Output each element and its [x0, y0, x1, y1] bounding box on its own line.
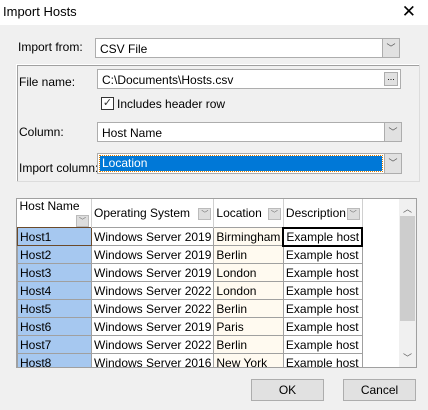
title-bar: Import Hosts ✕ [0, 0, 428, 25]
file-name-field[interactable]: C:\Documents\Hosts.csv ... [97, 69, 401, 89]
table-row[interactable]: Host6 Windows Server 2019 Paris Example hos… [17, 317, 363, 336]
table-cell[interactable]: Host4 [17, 281, 92, 300]
table-cell[interactable]: Example host [282, 317, 363, 336]
filter-dropdown-icon[interactable]: ﹀ [267, 208, 281, 220]
filter-dropdown-icon[interactable]: ﹀ [76, 215, 89, 227]
vertical-scrollbar[interactable]: ︿ ﹀ [399, 199, 416, 367]
browse-button[interactable]: ... [384, 72, 398, 86]
filter-dropdown-icon[interactable]: ﹀ [198, 208, 212, 220]
column-header-label: Operating System [94, 206, 191, 220]
includes-header-checkbox[interactable]: ✓ [101, 97, 114, 110]
table-cell[interactable]: Windows Server 2022 [90, 299, 215, 318]
column-value: Host Name [102, 126, 163, 140]
column-combo[interactable]: Host Name ﹀ [97, 122, 402, 142]
column-header-label: Description [285, 205, 346, 220]
scroll-down-icon[interactable]: ﹀ [399, 351, 416, 364]
table-cell[interactable]: Host6 [17, 317, 92, 336]
column-header[interactable]: Location ﹀ [213, 199, 284, 228]
import-column-combo[interactable]: Location ﹀ [97, 153, 402, 174]
table-row[interactable]: Host7 Windows Server 2022 Berlin Example ho… [17, 335, 363, 354]
ok-button[interactable]: OK [251, 379, 324, 401]
table-cell[interactable]: Paris [213, 317, 284, 336]
table-cell[interactable]: Windows Server 2019 [90, 227, 215, 246]
chevron-down-icon[interactable]: ﹀ [384, 123, 401, 141]
table-cell[interactable]: Windows Server 2016 [90, 353, 215, 367]
table-cell[interactable]: Host5 [17, 299, 92, 318]
table-row[interactable]: Host3 Windows Server 2019 London Example ho… [17, 263, 363, 282]
window-title: Import Hosts [3, 4, 77, 19]
column-header[interactable]: Host Name ﹀ [17, 199, 92, 228]
column-label: Column: [19, 125, 64, 139]
column-header-label: Location [216, 206, 262, 220]
table-cell[interactable]: Example host [282, 245, 363, 264]
column-header[interactable]: Description ﹀ [283, 199, 363, 228]
import-column-value: Location [102, 156, 148, 170]
table-cell[interactable]: New York [213, 353, 284, 367]
table-cell[interactable]: Windows Server 2019 [90, 317, 215, 336]
column-header[interactable]: Operating System ﹀ [91, 199, 215, 228]
table-row[interactable]: Host1 Windows Server 2019 Birmingham Exampl… [17, 226, 364, 247]
table-cell[interactable]: Windows Server 2022 [90, 335, 215, 354]
hosts-table: Host Name ﹀ Operating System ﹀ Location ﹀ Desc… [17, 199, 364, 367]
import-from-label: Import from: [18, 40, 83, 54]
table-cell[interactable]: Host1 [17, 227, 92, 246]
filter-dropdown-icon[interactable]: ﹀ [346, 207, 360, 220]
includes-header-label: Includes header row [117, 97, 226, 111]
table-cell[interactable]: Example host [282, 299, 363, 318]
table-cell[interactable]: Windows Server 2019 [90, 245, 215, 264]
import-column-label: Import column: [19, 161, 99, 175]
column-header-label: Host Name [19, 199, 80, 213]
table-cell[interactable]: Host3 [17, 263, 92, 282]
table-cell[interactable]: Example host [282, 226, 364, 247]
table-cell[interactable]: Host7 [17, 335, 92, 354]
file-name-label: File name: [19, 75, 76, 89]
table-row[interactable]: Host5 Windows Server 2022 Berlin Example ho… [17, 299, 363, 318]
chevron-down-icon[interactable]: ﹀ [382, 39, 399, 57]
close-icon[interactable]: ✕ [402, 2, 416, 22]
table-cell[interactable]: Birmingham [213, 227, 284, 246]
table-cell[interactable]: Host2 [17, 245, 92, 264]
scroll-up-icon[interactable]: ︿ [399, 202, 416, 215]
import-from-value: CSV File [100, 42, 148, 56]
import-from-combo[interactable]: CSV File ﹀ [95, 38, 400, 58]
table-cell[interactable]: Berlin [213, 335, 284, 354]
chevron-down-icon[interactable]: ﹀ [384, 154, 401, 173]
table-cell[interactable]: Windows Server 2019 [90, 263, 215, 282]
table-cell[interactable]: Example host [282, 353, 363, 367]
table-cell[interactable]: Berlin [213, 299, 284, 318]
table-row[interactable]: Host8 Windows Server 2016 New York Example … [17, 353, 363, 367]
cancel-button[interactable]: Cancel [343, 379, 416, 401]
table-cell[interactable]: Host8 [17, 353, 92, 367]
table-cell[interactable]: London [213, 263, 284, 282]
scrollbar-thumb[interactable] [400, 216, 415, 321]
table-cell[interactable]: Berlin [213, 245, 284, 264]
table-cell[interactable]: London [213, 281, 284, 300]
table-cell[interactable]: Example host [282, 281, 363, 300]
table-cell[interactable]: Example host [282, 263, 363, 282]
file-name-value: C:\Documents\Hosts.csv [102, 73, 234, 87]
table-row[interactable]: Host2 Windows Server 2019 Berlin Example ho… [17, 245, 363, 264]
table-row[interactable]: Host4 Windows Server 2022 London Example ho… [17, 281, 363, 300]
table-cell[interactable]: Example host [282, 335, 363, 354]
table-cell[interactable]: Windows Server 2022 [90, 281, 215, 300]
hosts-grid[interactable]: Host Name ﹀ Operating System ﹀ Location ﹀ Desc… [16, 198, 417, 368]
